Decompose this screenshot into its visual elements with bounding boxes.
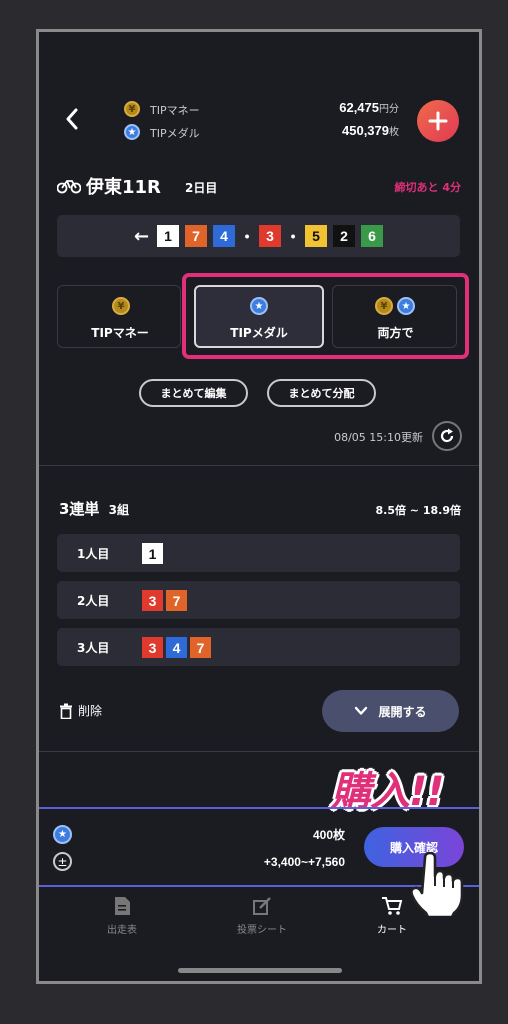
pick-row-2[interactable]: 2人目 37 <box>57 581 460 619</box>
order-number-box: 3 <box>259 225 282 247</box>
pick-row-1[interactable]: 1人目 1 <box>57 534 460 572</box>
expand-button[interactable]: 展開する <box>322 690 459 732</box>
medal-star-icon: ★ <box>397 297 415 315</box>
pick-row-label: 2人目 <box>77 594 110 608</box>
bulk-split-button[interactable]: まとめて分配 <box>267 379 376 407</box>
bet-type-label: 3連単 <box>59 500 100 518</box>
money-balance: 62,475円分 <box>269 100 399 116</box>
add-funds-button[interactable] <box>417 100 459 142</box>
money-value: 62,475 <box>339 100 379 115</box>
medal-value: 450,379 <box>342 123 389 138</box>
order-number-box: 6 <box>361 225 384 247</box>
divider <box>39 751 479 752</box>
order-number-box: 7 <box>185 225 208 247</box>
bicycle-icon <box>56 176 82 198</box>
money-unit: 円分 <box>379 104 399 115</box>
medal-label: TIPメダル <box>150 127 200 140</box>
pay-medal-label: TIPメダル <box>230 326 288 340</box>
yen-coin-icon: ¥ <box>124 101 140 117</box>
bulk-edit-button[interactable]: まとめて編集 <box>139 379 248 407</box>
order-number-box: 5 <box>305 225 328 247</box>
order-separator: • <box>244 228 250 244</box>
yen-coin-icon: ¥ <box>375 297 393 315</box>
order-number-box: 4 <box>213 225 236 247</box>
divider <box>39 465 479 466</box>
back-button[interactable] <box>61 106 85 132</box>
document-icon <box>115 897 130 915</box>
expand-label: 展開する <box>378 704 427 719</box>
nav-label: 出走表 <box>107 925 137 936</box>
pick-number-box: 7 <box>166 590 187 611</box>
delete-label: 削除 <box>78 704 103 718</box>
finish-order-bar: ← 1 7 4 • 3 • 5 2 6 <box>57 215 460 257</box>
medal-amount: 400枚 <box>312 828 345 842</box>
cart-icon <box>382 897 403 915</box>
plus-minus-icon: ± <box>53 852 72 871</box>
pick-number-box: 7 <box>190 637 211 658</box>
pick-numbers: 347 <box>142 637 211 658</box>
updated-time: 08/05 15:10更新 <box>334 431 423 444</box>
medal-star-icon: ★ <box>250 297 268 315</box>
order-number-box: 1 <box>157 225 180 247</box>
yen-coin-icon: ¥ <box>112 297 130 315</box>
plus-icon <box>428 111 448 131</box>
home-indicator <box>178 968 342 973</box>
edit-sheet-icon <box>253 897 271 915</box>
order-numbers: 1 7 4 • 3 • 5 2 6 <box>157 225 384 247</box>
medal-balance: 450,379枚 <box>269 123 399 139</box>
delete-button[interactable]: 削除 <box>59 702 102 719</box>
pick-number-box: 1 <box>142 543 163 564</box>
deadline-text: 締切あと 4分 <box>394 181 461 194</box>
pay-option-both[interactable]: ¥ ★ 両方で <box>332 285 457 348</box>
pick-row-label: 1人目 <box>77 547 110 561</box>
medal-star-icon: ★ <box>124 124 140 140</box>
combo-count: 3組 <box>108 503 130 517</box>
nav-label: 投票シート <box>237 925 287 936</box>
pick-number-box: 3 <box>142 590 163 611</box>
pick-row-label: 3人目 <box>77 641 110 655</box>
odds-range: 8.5倍 ~ 18.9倍 <box>375 504 461 517</box>
pay-option-money[interactable]: ¥ TIPマネー <box>57 285 181 348</box>
medal-star-icon: ★ <box>53 825 72 844</box>
medal-unit: 枚 <box>389 127 399 138</box>
trash-icon <box>60 703 72 719</box>
order-separator: • <box>290 228 296 244</box>
nav-label: カート <box>377 925 407 936</box>
pay-option-medal[interactable]: ★ TIPメダル <box>194 285 324 348</box>
pick-numbers: 1 <box>142 543 163 564</box>
race-title: 伊東11R <box>86 177 161 198</box>
money-label: TIPマネー <box>150 104 200 117</box>
pay-money-label: TIPマネー <box>91 326 149 340</box>
refresh-button[interactable] <box>432 421 462 451</box>
pick-number-box: 3 <box>142 637 163 658</box>
pick-numbers: 37 <box>142 590 187 611</box>
pick-row-3[interactable]: 3人目 347 <box>57 628 460 666</box>
nav-item-bet-sheet[interactable]: 投票シート <box>199 892 325 942</box>
nav-item-race-card[interactable]: 出走表 <box>59 892 185 942</box>
chevron-down-icon <box>355 706 368 715</box>
pick-number-box: 4 <box>166 637 187 658</box>
arrow-left-icon: ← <box>133 225 150 247</box>
race-day: 2日目 <box>185 181 218 195</box>
order-number-box: 2 <box>333 225 356 247</box>
payout-range: +3,400~+7,560 <box>263 855 345 869</box>
pay-both-label: 両方で <box>377 326 414 340</box>
nav-item-cart[interactable]: カート <box>329 892 455 942</box>
chevron-left-icon <box>66 108 78 130</box>
refresh-icon <box>440 428 454 443</box>
bet-type: 3連単 3組 <box>59 498 129 519</box>
app-screen: ¥ TIPマネー ★ TIPメダル 62,475円分 450,379枚 伊東11… <box>36 29 482 984</box>
